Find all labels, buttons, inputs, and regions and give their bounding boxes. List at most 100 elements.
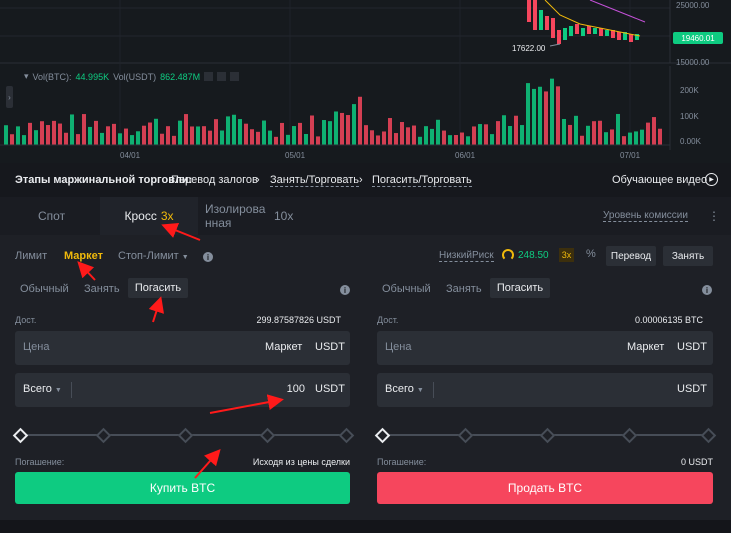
chart-area[interactable]: 25000.00 15000.00 19460.01 17622.00 › ▾ …: [0, 0, 731, 163]
low-price-label: 17622.00: [512, 44, 546, 53]
volume-bar: [646, 122, 650, 145]
volume-bar: [472, 126, 476, 145]
volume-bar: [490, 134, 494, 145]
risk-value: 248.50: [518, 250, 549, 261]
volume-bar: [388, 118, 392, 145]
slider-step[interactable]: [95, 427, 112, 444]
sell-amount-slider[interactable]: [374, 427, 717, 444]
volume-bar: [214, 119, 218, 145]
sell-total-label: Всего: [385, 383, 414, 395]
step-borrow-link[interactable]: Занять/Торговать: [270, 174, 359, 187]
buy-total-value[interactable]: 100: [215, 383, 305, 395]
volume-bar: [160, 133, 164, 145]
order-type-market[interactable]: Маркет: [64, 250, 103, 262]
volume-bar: [568, 124, 572, 145]
info-icon[interactable]: i: [203, 252, 213, 262]
sell-mode-normal[interactable]: Обычный: [382, 283, 431, 295]
order-type-limit[interactable]: Лимит: [15, 250, 47, 262]
buy-amount-slider[interactable]: [12, 427, 355, 444]
close-icon[interactable]: [230, 72, 240, 81]
sell-total-field[interactable]: Всего ▼ USDT: [377, 373, 713, 407]
more-vertical-icon[interactable]: ⋮: [708, 197, 720, 235]
volume-bar: [316, 136, 320, 145]
volume-bar: [220, 130, 224, 145]
slider-step[interactable]: [539, 427, 556, 444]
chevron-down-icon: ▼: [416, 387, 424, 394]
volume-bar: [166, 126, 170, 145]
buy-mode-repay[interactable]: Погасить: [128, 278, 188, 298]
tab-isolated-leverage[interactable]: 10x: [274, 197, 293, 235]
settings-icon[interactable]: [217, 72, 227, 81]
slider-step[interactable]: [621, 427, 638, 444]
volume-bar: [658, 128, 662, 145]
tab-cross-leverage: 3x: [160, 209, 174, 223]
step-transfer-link[interactable]: Перевод залогов: [171, 174, 258, 186]
tab-isolated-label: Изолирова: [205, 202, 266, 216]
current-price-badge: 19460.01: [673, 32, 723, 44]
chevron-down-icon: ▼: [181, 254, 189, 261]
buy-price-placeholder: Цена: [23, 341, 50, 353]
slider-step[interactable]: [700, 427, 717, 444]
sell-mode-borrow[interactable]: Занять: [446, 283, 482, 295]
volume-bar: [496, 121, 500, 145]
slider-handle[interactable]: [12, 427, 29, 444]
sell-price-placeholder: Цена: [385, 341, 412, 353]
volume-bar: [70, 114, 74, 145]
buy-mode-borrow[interactable]: Занять: [84, 283, 120, 295]
info-icon[interactable]: i: [702, 285, 712, 295]
percent-icon[interactable]: %: [586, 248, 596, 260]
volume-bar: [208, 130, 212, 145]
slider-step[interactable]: [177, 427, 194, 444]
tab-isolated[interactable]: Изолирова нная: [205, 197, 265, 235]
date-tick: 06/01: [455, 151, 476, 160]
eye-icon[interactable]: [204, 72, 214, 81]
volume-bars: [4, 78, 662, 145]
volume-bar: [526, 83, 530, 145]
tab-cross[interactable]: Кросс 3x: [100, 197, 198, 235]
collapse-handle[interactable]: ›: [6, 86, 13, 108]
buy-total-field[interactable]: Всего ▼ 100 USDT: [15, 373, 350, 407]
slider-step[interactable]: [259, 427, 276, 444]
buy-total-selector[interactable]: Всего ▼: [23, 383, 62, 395]
sell-mode-repay[interactable]: Погасить: [490, 278, 550, 298]
volume-bar: [16, 126, 20, 145]
volume-bar: [634, 131, 638, 145]
volume-bar: [148, 122, 152, 145]
volume-bar: [334, 111, 338, 145]
sell-total-selector[interactable]: Всего ▼: [385, 383, 424, 395]
buy-btc-button[interactable]: Купить BTC: [15, 472, 350, 504]
transfer-button[interactable]: Перевод: [606, 246, 656, 266]
buy-available-value: 299.87587826 USDT: [256, 315, 341, 325]
volume-bar: [442, 130, 446, 145]
risk-level-link[interactable]: НизкийРиск: [439, 250, 494, 262]
volume-bar: [370, 130, 374, 145]
volume-tick: 200K: [680, 86, 699, 95]
legend-collapse-icon[interactable]: ▾: [24, 71, 29, 82]
volume-bar: [478, 124, 482, 145]
step-repay-link[interactable]: Погасить/Торговать: [372, 174, 472, 187]
sell-price-field[interactable]: Цена Маркет USDT: [377, 331, 713, 365]
play-icon[interactable]: ▶: [705, 173, 718, 186]
tab-spot[interactable]: Спот: [38, 197, 65, 235]
slider-handle[interactable]: [374, 427, 391, 444]
slider-step[interactable]: [457, 427, 474, 444]
divider: [71, 382, 72, 398]
tutorial-link[interactable]: Обучающее видео: [612, 174, 707, 186]
sell-repay-value: 0 USDT: [680, 457, 713, 467]
info-icon[interactable]: i: [340, 285, 350, 295]
borrow-button[interactable]: Занять: [663, 246, 713, 266]
volume-bar: [394, 133, 398, 145]
volume-bar: [202, 126, 206, 145]
fee-level-link[interactable]: Уровень комиссии: [603, 210, 688, 222]
volume-bar: [514, 115, 518, 145]
leverage-badge[interactable]: 3x: [559, 248, 574, 262]
volume-bar: [406, 127, 410, 145]
buy-mode-normal[interactable]: Обычный: [20, 283, 69, 295]
volume-bar: [622, 136, 626, 145]
volume-bar: [382, 131, 386, 145]
slider-step[interactable]: [338, 427, 355, 444]
buy-price-field[interactable]: Цена Маркет USDT: [15, 331, 350, 365]
order-type-stop-limit[interactable]: Стоп-Лимит ▼: [118, 250, 189, 262]
sell-btc-button[interactable]: Продать BTC: [377, 472, 713, 504]
volume-bar: [532, 88, 536, 145]
